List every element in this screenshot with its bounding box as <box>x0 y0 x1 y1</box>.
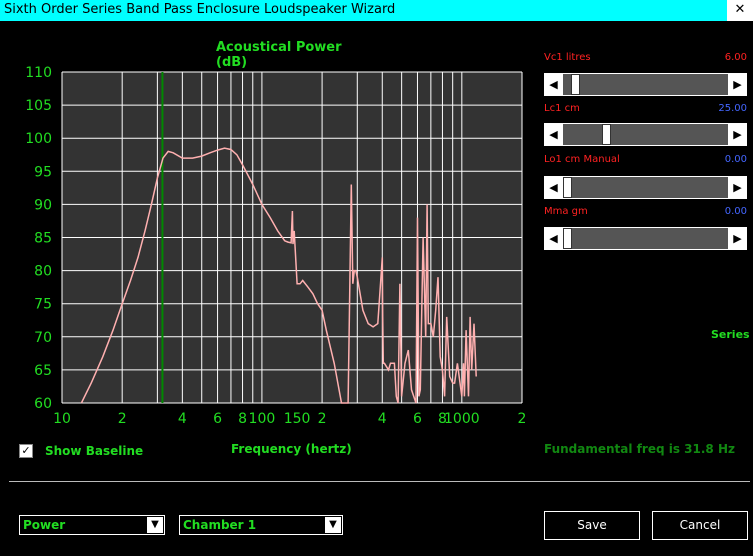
cancel-button[interactable]: Cancel <box>652 511 748 540</box>
series-label: Series <box>711 328 750 341</box>
chevron-down-icon[interactable]: ▼ <box>147 517 163 533</box>
scroll-thumb[interactable] <box>563 177 572 198</box>
x-tick-label: 2 <box>118 411 127 427</box>
scroll-track[interactable] <box>563 124 728 145</box>
save-button[interactable]: Save <box>544 511 640 540</box>
y-tick-label: 105 <box>25 98 52 114</box>
y-tick-label: 70 <box>34 330 52 346</box>
scroll-right-icon[interactable]: ▶ <box>729 124 746 145</box>
scroll-track[interactable] <box>563 177 728 198</box>
show-baseline-label: Show Baseline <box>45 444 144 458</box>
x-tick-label: 2 <box>518 411 527 427</box>
y-tick-label: 90 <box>34 197 52 213</box>
slider-label: Lc1 cm <box>544 103 580 114</box>
slider-label: Lo1 cm Manual <box>544 154 620 165</box>
window-title-bar: Sixth Order Series Band Pass Enclosure L… <box>0 0 727 21</box>
x-tick-label: 6 <box>413 411 422 427</box>
scroll-left-icon[interactable]: ◀ <box>545 124 562 145</box>
show-baseline-checkbox[interactable]: ✓ Show Baseline <box>19 443 143 459</box>
vc1-scrollbar[interactable]: ◀ ▶ <box>544 73 747 96</box>
x-tick-label: 10 <box>53 411 71 427</box>
scroll-left-icon[interactable]: ◀ <box>545 177 562 198</box>
y-tick-label: 100 <box>25 131 52 147</box>
x-tick-label: 150 <box>284 411 311 427</box>
x-tick-label: 4 <box>178 411 187 427</box>
x-tick-label: 4 <box>378 411 387 427</box>
x-tick-label: 100 <box>249 411 276 427</box>
chevron-down-icon[interactable]: ▼ <box>325 517 341 533</box>
frequency-response-chart: 110105100959085807570656010 2 4 6 8 100 150 2 4 6… <box>25 65 527 427</box>
y-tick-label: 85 <box>34 231 52 247</box>
y-tick-label: 65 <box>34 363 52 379</box>
scroll-thumb[interactable] <box>563 228 572 249</box>
window-title: Sixth Order Series Band Pass Enclosure L… <box>4 2 396 17</box>
close-icon[interactable]: ✕ <box>727 0 753 21</box>
x-axis-title: Frequency (hertz) <box>231 442 352 456</box>
checkbox-check-icon[interactable]: ✓ <box>19 444 33 458</box>
scroll-right-icon[interactable]: ▶ <box>729 228 746 249</box>
chamber-value: Chamber 1 <box>183 518 257 532</box>
lo1-scrollbar[interactable]: ◀ ▶ <box>544 176 747 199</box>
mma-scrollbar[interactable]: ◀ ▶ <box>544 227 747 250</box>
scroll-track[interactable] <box>563 74 728 95</box>
scroll-thumb[interactable] <box>571 74 580 95</box>
slider-label: Vc1 litres <box>544 52 591 63</box>
y-tick-label: 110 <box>25 65 52 81</box>
slider-value: 0.00 <box>724 154 747 165</box>
slider-value: 25.00 <box>718 103 747 114</box>
scroll-right-icon[interactable]: ▶ <box>729 177 746 198</box>
scroll-left-icon[interactable]: ◀ <box>545 228 562 249</box>
scroll-track[interactable] <box>563 228 728 249</box>
fundamental-frequency-text: Fundamental freq is 31.8 Hz <box>544 442 735 456</box>
x-tick-label: 1000 <box>444 411 480 427</box>
plot-type-value: Power <box>23 518 66 532</box>
divider <box>9 481 750 482</box>
scroll-left-icon[interactable]: ◀ <box>545 74 562 95</box>
x-tick-label: 2 <box>318 411 327 427</box>
x-tick-label: 6 <box>213 411 222 427</box>
plot-type-select[interactable]: Power ▼ <box>19 515 165 535</box>
y-tick-label: 95 <box>34 164 52 180</box>
slider-value: 6.00 <box>724 52 747 63</box>
scroll-thumb[interactable] <box>602 124 611 145</box>
slider-value: 0.00 <box>724 206 747 217</box>
lc1-scrollbar[interactable]: ◀ ▶ <box>544 123 747 146</box>
y-tick-label: 75 <box>34 297 52 313</box>
x-tick-label: 8 <box>238 411 247 427</box>
y-tick-label: 60 <box>34 396 52 412</box>
scroll-right-icon[interactable]: ▶ <box>729 74 746 95</box>
slider-label: Mma gm <box>544 206 588 217</box>
y-tick-label: 80 <box>34 264 52 280</box>
chamber-select[interactable]: Chamber 1 ▼ <box>179 515 343 535</box>
